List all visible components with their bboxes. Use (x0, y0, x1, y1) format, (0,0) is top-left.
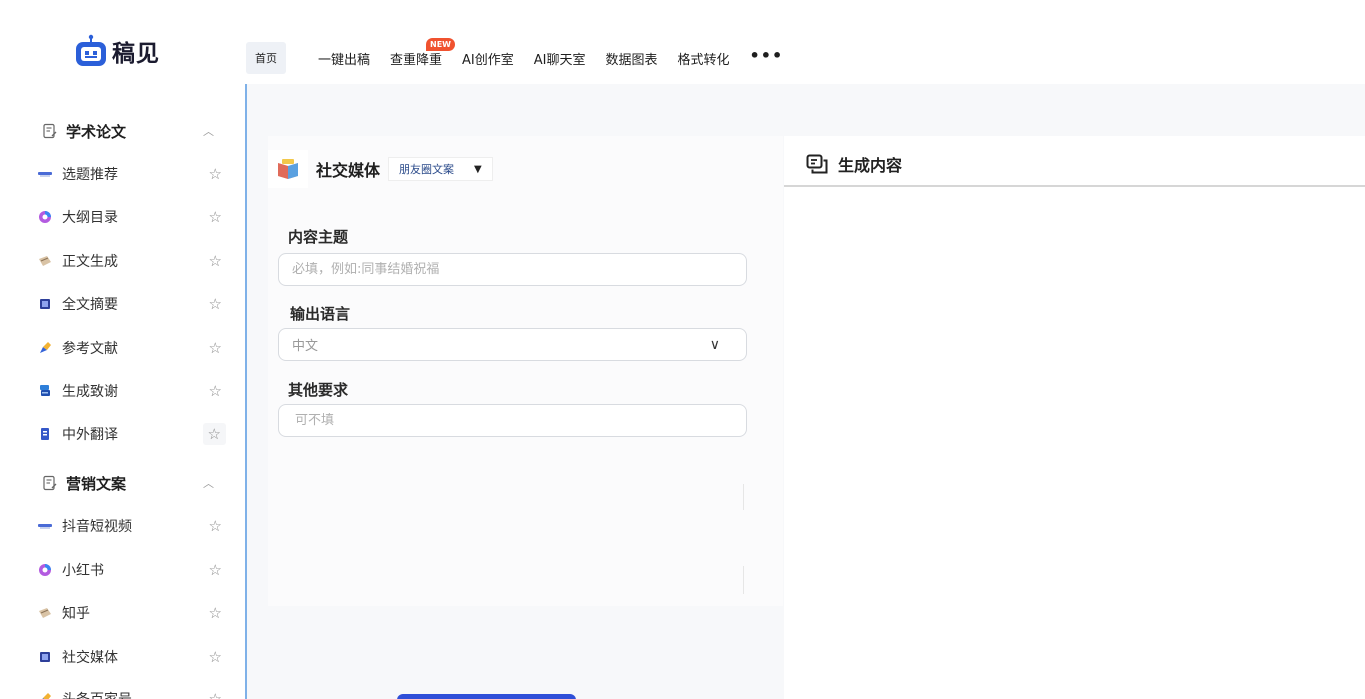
star-icon[interactable]: ☆ (202, 423, 226, 445)
sidebar-item-topic-recommend[interactable]: 选题推荐 ☆ (38, 161, 222, 187)
books-icon (40, 385, 50, 396)
form-header: 社交媒体 朋友圈文案 ▼ (268, 150, 493, 188)
form-panel (268, 136, 783, 606)
language-select[interactable]: 中文 ∨ (278, 328, 747, 361)
topic-icon (38, 172, 52, 177)
output-header: 生成内容 (806, 152, 902, 176)
star-icon[interactable]: ☆ (209, 648, 222, 666)
sidebar-item-translate[interactable]: 中外翻译 ☆ (38, 421, 226, 447)
robot-logo-icon (76, 34, 106, 66)
other-label: 其他要求 (288, 381, 349, 399)
divider (743, 484, 744, 510)
other-input[interactable] (295, 413, 746, 428)
top-navigation: 稿见 首页 一键出稿 查重降重 NEW AI创作室 AI聊天室 数据图表 格式转… (0, 0, 1365, 84)
pen-paper-icon (39, 608, 51, 618)
sidebar-item-label: 知乎 (62, 606, 90, 622)
topic-icon (38, 524, 52, 529)
main-nav: 首页 一键出稿 查重降重 NEW AI创作室 AI聊天室 数据图表 格式转化 •… (246, 37, 803, 74)
star-icon[interactable]: ☆ (209, 208, 222, 226)
star-icon[interactable]: ☆ (209, 339, 222, 357)
section-academic-title: 学术论文 (66, 122, 127, 141)
sidebar-item-label: 大纲目录 (62, 210, 118, 226)
topic-label: 内容主题 (288, 228, 349, 246)
pencil-icon (42, 693, 51, 699)
star-icon[interactable]: ☆ (209, 561, 222, 579)
star-icon[interactable]: ☆ (209, 165, 222, 183)
star-icon[interactable]: ☆ (209, 604, 222, 622)
chevron-up-icon[interactable]: ︿ (203, 123, 214, 139)
sidebar-item-label: 选题推荐 (62, 167, 118, 183)
sidebar-item-references[interactable]: 参考文献 ☆ (38, 335, 222, 361)
star-icon[interactable]: ☆ (209, 295, 222, 313)
more-menu-icon[interactable]: ••• (750, 46, 784, 65)
caret-down-icon: ▼ (474, 163, 482, 175)
pencil-icon (40, 342, 51, 353)
nav-home[interactable]: 首页 (246, 42, 286, 74)
form-title: 社交媒体 (316, 161, 381, 180)
sidebar-item-label: 全文摘要 (62, 297, 118, 313)
section-academic[interactable]: 学术论文 ︿ (42, 119, 214, 143)
section-marketing-title: 营销文案 (66, 474, 127, 493)
star-icon[interactable]: ☆ (209, 252, 222, 270)
sidebar-item-label: 抖音短视频 (62, 519, 132, 535)
new-badge: NEW (426, 37, 455, 51)
outline-icon (39, 564, 51, 576)
sidebar-item-zhihu[interactable]: 知乎 ☆ (38, 600, 222, 626)
book-icon (268, 150, 308, 188)
star-icon[interactable]: ☆ (209, 382, 222, 400)
sidebar-item-douyin[interactable]: 抖音短视频 ☆ (38, 513, 222, 539)
pen-paper-icon (39, 256, 51, 266)
section-marketing[interactable]: 营销文案 ︿ (42, 471, 214, 495)
output-divider (784, 185, 1365, 187)
nav-plagiarism-check-label: 查重降重 (390, 52, 443, 68)
star-icon[interactable]: ☆ (209, 517, 222, 535)
type-select[interactable]: 朋友圈文案 ▼ (388, 157, 493, 181)
nav-plagiarism-check[interactable]: 查重降重 NEW (390, 37, 455, 68)
star-icon[interactable]: ☆ (209, 690, 222, 699)
brand-name: 稿见 (112, 41, 160, 67)
output-title: 生成内容 (838, 156, 903, 175)
sidebar-item-label: 中外翻译 (62, 427, 118, 443)
summary-icon (40, 652, 50, 662)
sidebar-item-outline[interactable]: 大纲目录 ☆ (38, 204, 222, 230)
other-input-wrapper (278, 404, 747, 437)
output-panel (784, 136, 1365, 699)
nav-data-charts[interactable]: 数据图表 (606, 49, 658, 68)
document-icon (43, 475, 57, 491)
sidebar-item-summary[interactable]: 全文摘要 ☆ (38, 291, 222, 317)
outline-icon (39, 211, 51, 223)
sidebar-item-label: 参考文献 (62, 341, 118, 357)
sidebar-item-social-media[interactable]: 社交媒体 ☆ (38, 644, 222, 670)
sidebar-item-acknowledgement[interactable]: 生成致谢 ☆ (38, 378, 222, 404)
topic-input-wrapper (278, 253, 747, 286)
chevron-up-icon[interactable]: ︿ (203, 475, 214, 491)
summary-icon (40, 299, 50, 309)
brand-logo[interactable]: 稿见 (74, 34, 160, 68)
topic-input[interactable] (292, 262, 746, 277)
document-icon (43, 123, 57, 139)
generate-button[interactable] (397, 694, 576, 699)
sidebar-item-label: 正文生成 (62, 254, 118, 270)
sidebar: 学术论文 ︿ 选题推荐 ☆ 大纲目录 ☆ 正文生成 ☆ 全文摘要 ☆ 参考文献 … (12, 92, 245, 699)
chat-bubble-icon (806, 154, 828, 174)
nav-ai-studio[interactable]: AI创作室 (462, 49, 514, 68)
sidebar-item-label: 头条百家号 (62, 689, 132, 699)
nav-one-click-draft[interactable]: 一键出稿 (318, 49, 370, 68)
language-select-value: 中文 (292, 339, 319, 354)
nav-format-convert[interactable]: 格式转化 (678, 49, 730, 68)
sidebar-item-label: 社交媒体 (62, 650, 118, 666)
translate-icon (41, 428, 49, 440)
divider (743, 566, 744, 594)
nav-ai-chat[interactable]: AI聊天室 (534, 49, 586, 68)
language-label: 输出语言 (290, 305, 351, 323)
sidebar-divider (245, 84, 247, 699)
chevron-down-icon: ∨ (709, 336, 720, 353)
sidebar-item-toutiao[interactable]: 头条百家号 ☆ (38, 686, 222, 699)
sidebar-item-label: 小红书 (62, 563, 104, 579)
type-select-value: 朋友圈文案 (399, 163, 455, 176)
sidebar-item-label: 生成致谢 (62, 384, 118, 400)
sidebar-item-xiaohongshu[interactable]: 小红书 ☆ (38, 557, 222, 583)
sidebar-item-body-generate[interactable]: 正文生成 ☆ (38, 248, 222, 274)
